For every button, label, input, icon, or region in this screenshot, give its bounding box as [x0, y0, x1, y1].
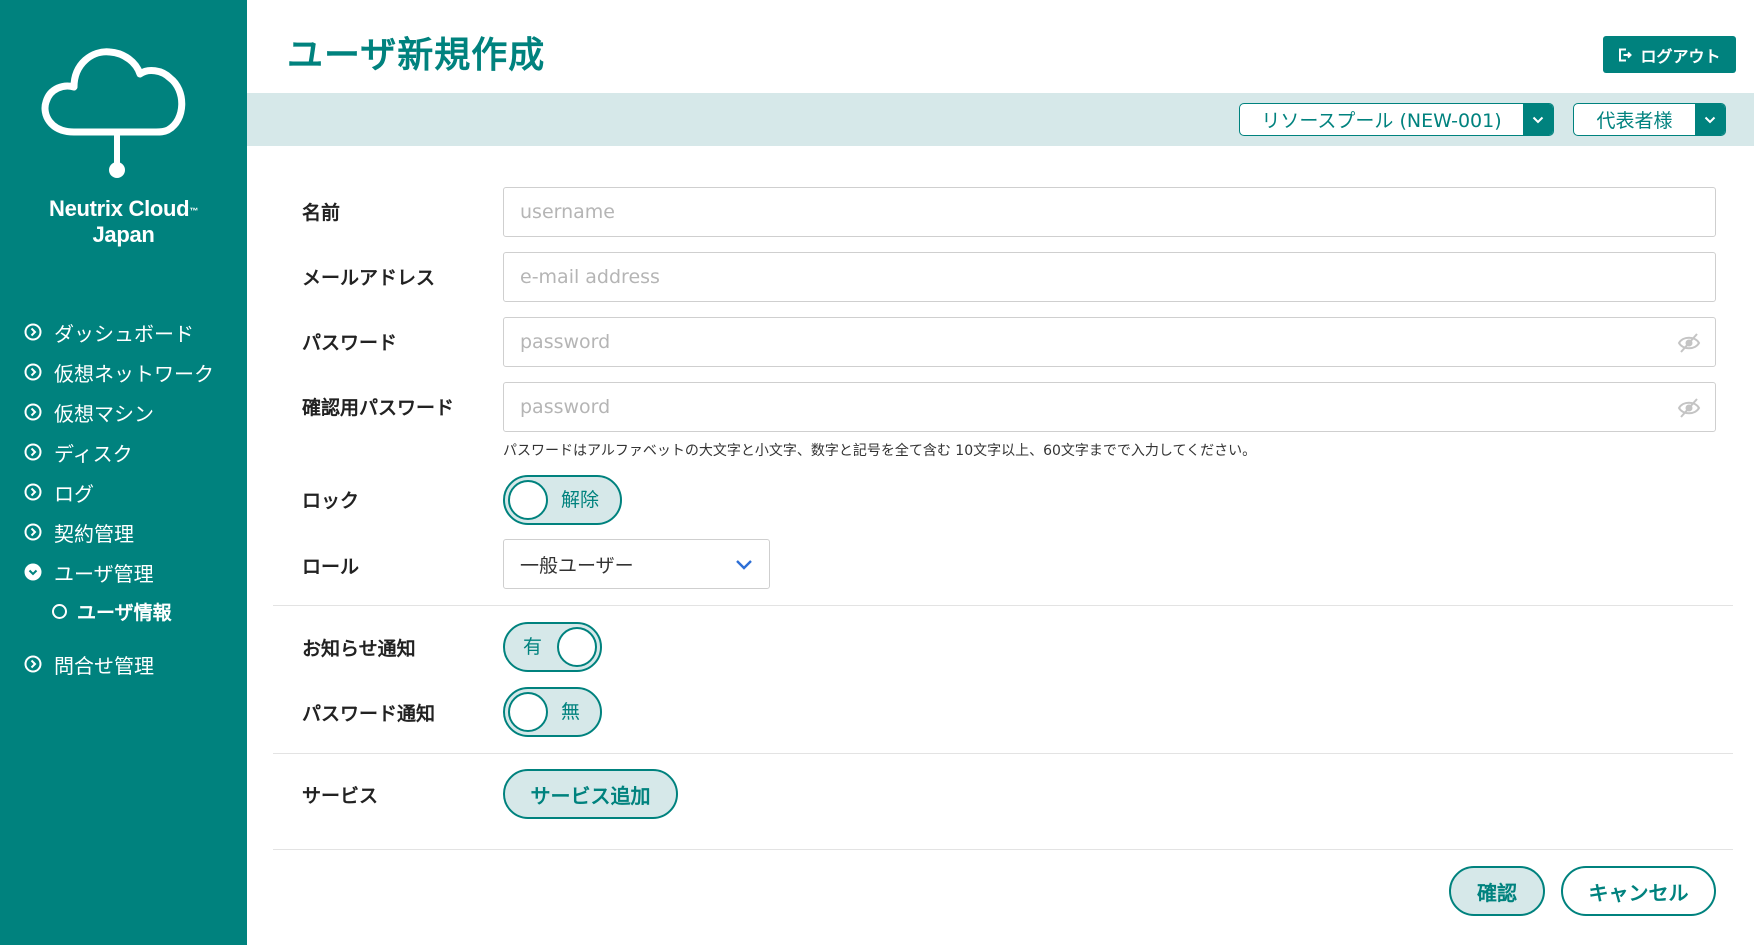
sidebar-item-label: ダッシュボード: [54, 321, 194, 346]
sidebar-item-virtual-network[interactable]: 仮想ネットワーク: [0, 352, 247, 392]
password-notify-toggle[interactable]: 無: [503, 687, 602, 737]
confirm-password-label: 確認用パスワード: [302, 397, 455, 419]
chevron-right-circle-icon: [24, 323, 42, 341]
sidebar-item-label: 問合せ管理: [54, 653, 154, 678]
chevron-right-circle-icon: [24, 403, 42, 421]
logout-button[interactable]: ログアウト: [1603, 36, 1736, 73]
section-divider: [273, 605, 1733, 606]
sidebar-item-label: ログ: [54, 481, 94, 506]
sidebar-item-user-management[interactable]: ユーザ管理: [0, 552, 247, 592]
confirm-password-input[interactable]: [504, 383, 1715, 431]
sidebar-item-log[interactable]: ログ: [0, 472, 247, 512]
lock-state: 解除: [561, 489, 600, 511]
lock-toggle[interactable]: 解除: [503, 475, 622, 525]
password-label: パスワード: [302, 332, 398, 354]
user-menu-select[interactable]: 代表者様: [1573, 103, 1726, 136]
password-hint: パスワードはアルファベットの大文字と小文字、数字と記号を全て含む 10文字以上、…: [503, 443, 1257, 459]
chevron-down-icon: [1695, 104, 1725, 135]
sidebar-subitem-label: ユーザ情報: [77, 601, 172, 624]
sidebar-subitem-user-info[interactable]: ユーザ情報: [0, 592, 247, 630]
logout-icon: [1619, 48, 1633, 61]
sidebar-item-dashboard[interactable]: ダッシュボード: [0, 312, 247, 352]
news-notify-state: 有: [523, 636, 543, 658]
chevron-right-circle-icon: [24, 655, 42, 673]
chevron-right-circle-icon: [24, 523, 42, 541]
password-notify-label: パスワード通知: [302, 703, 436, 725]
add-service-button[interactable]: サービス追加: [503, 769, 678, 819]
cloud-logo-icon: [41, 48, 186, 178]
brand-name: Neutrix Cloud™ Japan: [48, 196, 199, 247]
password-field: [503, 317, 1716, 367]
sidebar-item-contract[interactable]: 契約管理: [0, 512, 247, 552]
chevron-down-icon: [1523, 104, 1553, 135]
sidebar-item-label: 仮想ネットワーク: [54, 361, 214, 386]
lock-label: ロック: [302, 490, 360, 512]
confirm-button[interactable]: 確認: [1449, 866, 1545, 916]
chevron-right-circle-icon: [24, 443, 42, 461]
sidebar-item-label: 仮想マシン: [54, 401, 154, 426]
toggle-knob: [508, 692, 548, 732]
email-field: [503, 252, 1716, 302]
toggle-knob: [508, 480, 548, 520]
news-notify-label: お知らせ通知: [302, 638, 416, 660]
section-divider: [273, 849, 1733, 850]
sidebar-item-label: 契約管理: [54, 521, 134, 546]
password-input[interactable]: [504, 318, 1715, 366]
sidebar-item-label: ユーザ管理: [54, 561, 154, 586]
sidebar-nav: ダッシュボード 仮想ネットワーク 仮想マシン ディスク ログ 契約管理 ユーザ管…: [0, 312, 247, 684]
sidebar-item-label: ディスク: [54, 441, 133, 466]
role-select[interactable]: 一般ユーザー: [503, 539, 770, 589]
section-divider: [273, 753, 1733, 754]
cancel-button[interactable]: キャンセル: [1561, 866, 1716, 916]
chevron-down-circle-icon: [24, 563, 42, 581]
service-label: サービス: [302, 785, 379, 807]
eye-slash-icon[interactable]: [1677, 332, 1701, 354]
logout-label: ログアウト: [1640, 46, 1721, 66]
chevron-right-circle-icon: [24, 363, 42, 381]
chevron-down-icon: [736, 559, 752, 570]
sidebar-item-disk[interactable]: ディスク: [0, 432, 247, 472]
confirm-password-field: [503, 382, 1716, 432]
page-title: ユーザ新規作成: [287, 35, 546, 76]
sidebar: Neutrix Cloud™ Japan ダッシュボード 仮想ネットワーク 仮想…: [0, 0, 247, 945]
name-field: [503, 187, 1716, 237]
sidebar-item-inquiry[interactable]: 問合せ管理: [0, 644, 247, 684]
toggle-knob: [557, 627, 597, 667]
role-label: ロール: [302, 556, 360, 578]
role-value: 一般ユーザー: [520, 554, 634, 577]
email-label: メールアドレス: [302, 267, 436, 289]
email-input[interactable]: [504, 253, 1715, 301]
sidebar-item-virtual-machine[interactable]: 仮想マシン: [0, 392, 247, 432]
news-notify-toggle[interactable]: 有: [503, 622, 602, 672]
user-menu-value: 代表者様: [1596, 110, 1673, 132]
eye-slash-icon[interactable]: [1677, 397, 1701, 419]
ring-icon: [52, 603, 67, 619]
chevron-right-circle-icon: [24, 483, 42, 501]
resource-pool-select[interactable]: リソースプール (NEW-001): [1239, 103, 1554, 136]
resource-pool-value: リソースプール (NEW-001): [1261, 110, 1502, 132]
name-input[interactable]: [504, 188, 1715, 236]
name-label: 名前: [302, 202, 341, 224]
password-notify-state: 無: [561, 701, 581, 723]
